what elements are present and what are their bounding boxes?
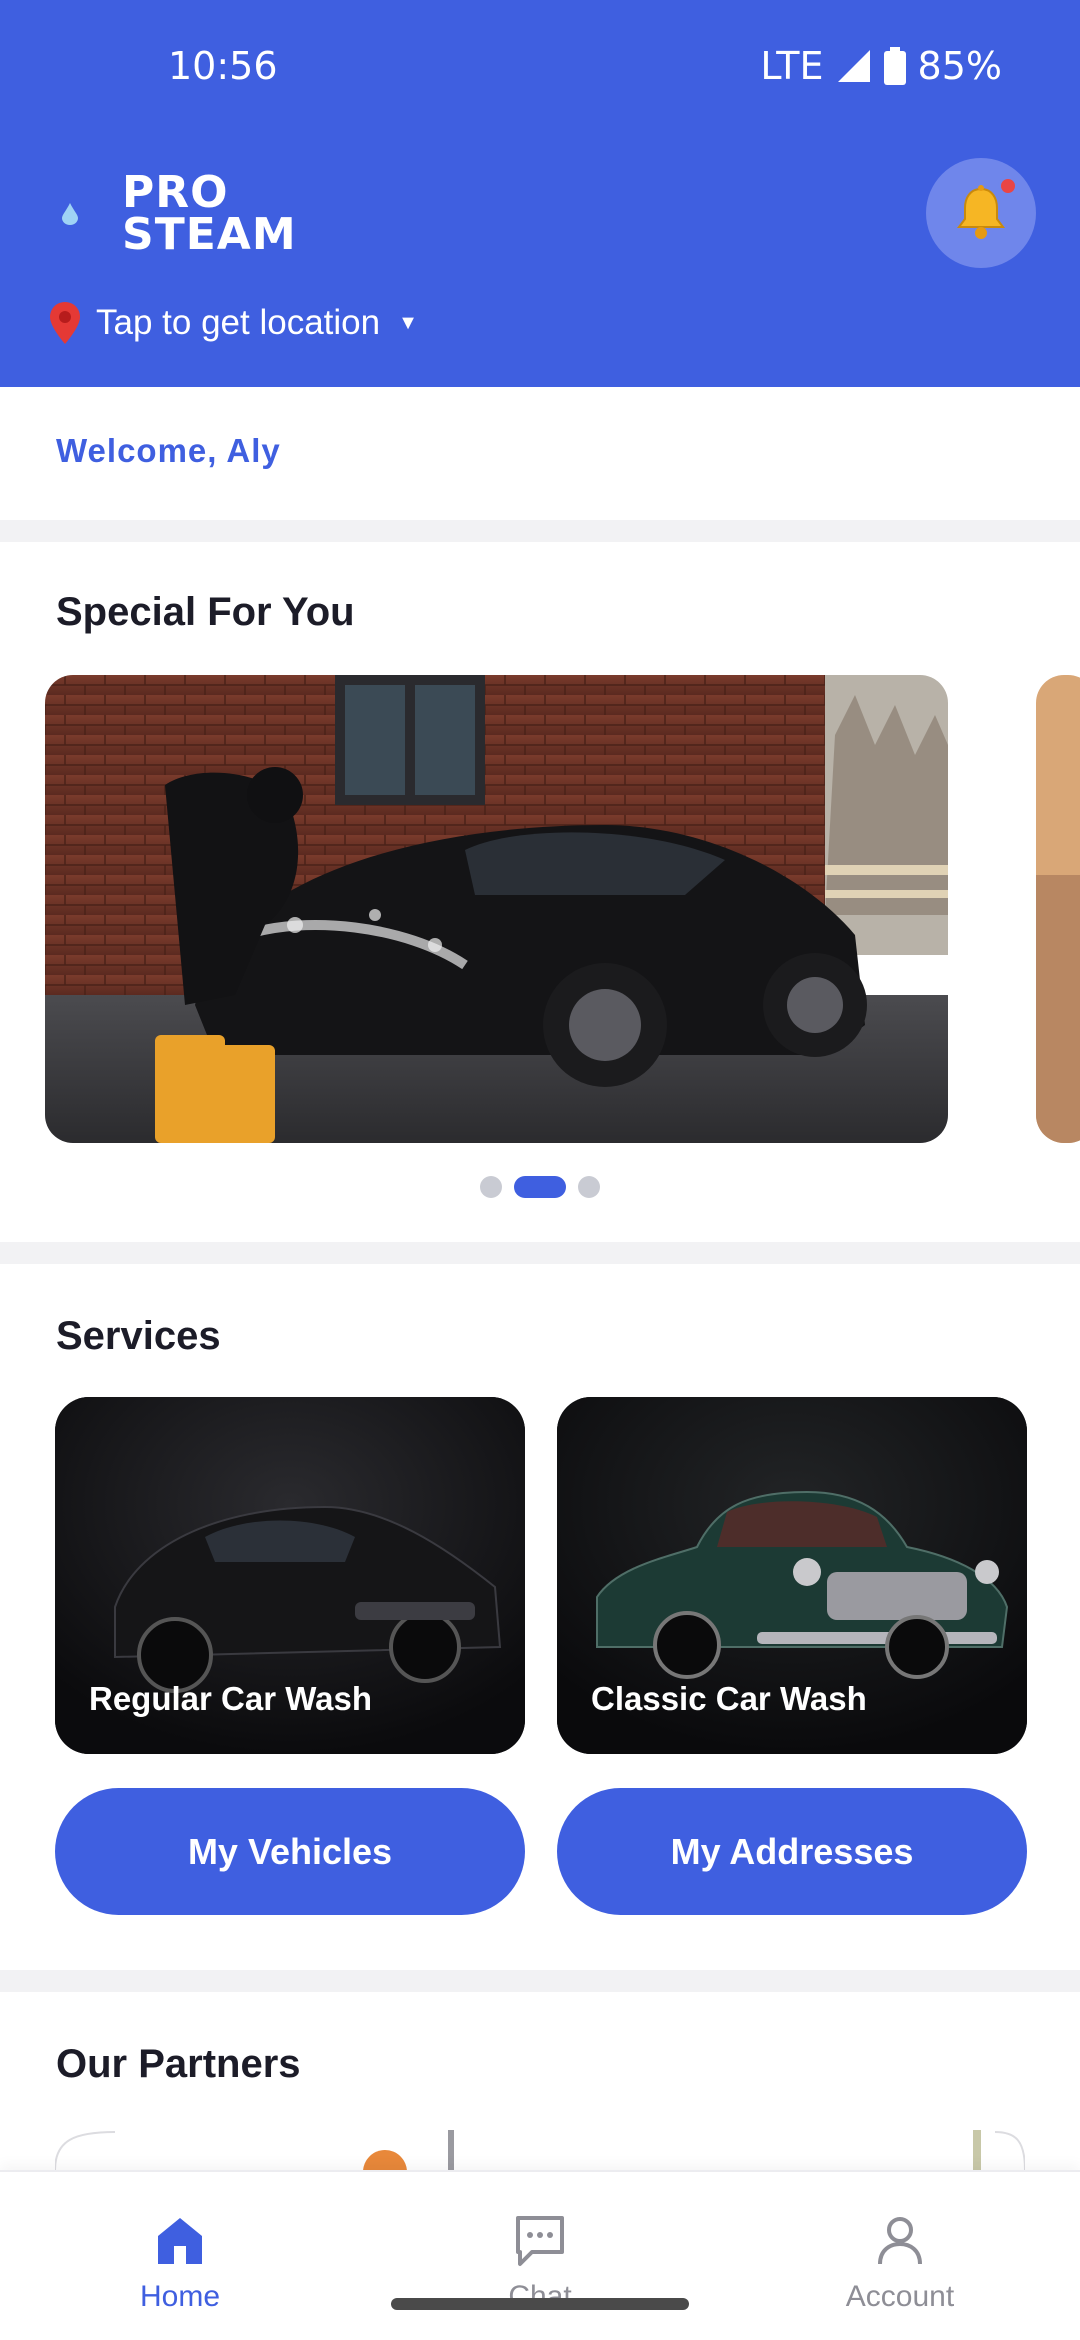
account-icon bbox=[878, 2217, 922, 2265]
water-drop-icon bbox=[62, 203, 78, 225]
signal-icon bbox=[837, 50, 870, 82]
partners-section-title: Our Partners bbox=[56, 2042, 301, 2086]
battery-percent: 85% bbox=[917, 44, 1002, 88]
status-bar: 10:56 LTE 85% bbox=[0, 0, 1080, 140]
status-time: 10:56 bbox=[168, 44, 278, 88]
special-section-title: Special For You bbox=[56, 590, 355, 634]
service-card-label: Classic Car Wash bbox=[591, 1680, 867, 1717]
bottom-navigation: Home Chat Account bbox=[0, 2170, 1080, 2340]
section-divider bbox=[0, 520, 1080, 542]
status-indicators: LTE 85% bbox=[760, 44, 1002, 88]
promo-next-photo bbox=[1036, 675, 1080, 1143]
partners-carousel[interactable] bbox=[55, 2130, 1025, 2170]
system-home-indicator[interactable] bbox=[391, 2298, 689, 2310]
car-wash-photo bbox=[45, 675, 948, 1143]
nav-account-label: Account bbox=[845, 2280, 955, 2313]
notification-badge bbox=[998, 176, 1018, 196]
carousel-dot[interactable] bbox=[480, 1176, 502, 1198]
app-header: 10:56 LTE 85% PRO STEAM Tap to get locat… bbox=[0, 0, 1080, 387]
carousel-dot-active[interactable] bbox=[514, 1176, 566, 1198]
chevron-down-icon: ▼ bbox=[398, 311, 418, 334]
nav-account[interactable]: Account bbox=[800, 2212, 1000, 2314]
section-divider bbox=[0, 1970, 1080, 1992]
nav-home-label: Home bbox=[139, 2280, 221, 2313]
location-pin-icon bbox=[50, 302, 80, 344]
logo-line-2: STEAM bbox=[122, 209, 297, 260]
partner-logos bbox=[55, 2130, 1025, 2170]
chat-icon bbox=[516, 2216, 564, 2266]
location-text: Tap to get location bbox=[96, 303, 381, 342]
welcome-message: Welcome, Aly bbox=[56, 432, 281, 469]
promo-banner-next[interactable] bbox=[1036, 675, 1080, 1143]
home-icon bbox=[158, 2218, 202, 2264]
app-logo: PRO STEAM bbox=[62, 167, 297, 260]
section-divider bbox=[0, 1242, 1080, 1264]
service-card-label: Regular Car Wash bbox=[89, 1680, 373, 1717]
logo-wordmark: PRO STEAM bbox=[122, 167, 297, 260]
nav-home[interactable]: Home bbox=[80, 2212, 280, 2314]
carousel-indicator bbox=[0, 1176, 1080, 1198]
battery-icon bbox=[883, 47, 906, 85]
classic-car-wash-card[interactable]: Classic Car Wash bbox=[557, 1397, 1027, 1754]
location-selector[interactable]: Tap to get location ▼ bbox=[48, 300, 418, 346]
logo-line-1: PRO bbox=[122, 167, 229, 218]
my-addresses-button[interactable]: My Addresses bbox=[557, 1788, 1027, 1915]
carousel-dot[interactable] bbox=[578, 1176, 600, 1198]
my-vehicles-button[interactable]: My Vehicles bbox=[55, 1788, 525, 1915]
regular-car-wash-card[interactable]: Regular Car Wash bbox=[55, 1397, 525, 1754]
notifications-button[interactable] bbox=[926, 158, 1036, 268]
services-section-title: Services bbox=[56, 1314, 221, 1358]
network-label: LTE bbox=[760, 44, 824, 88]
promo-banner-car-wash[interactable] bbox=[45, 675, 948, 1143]
